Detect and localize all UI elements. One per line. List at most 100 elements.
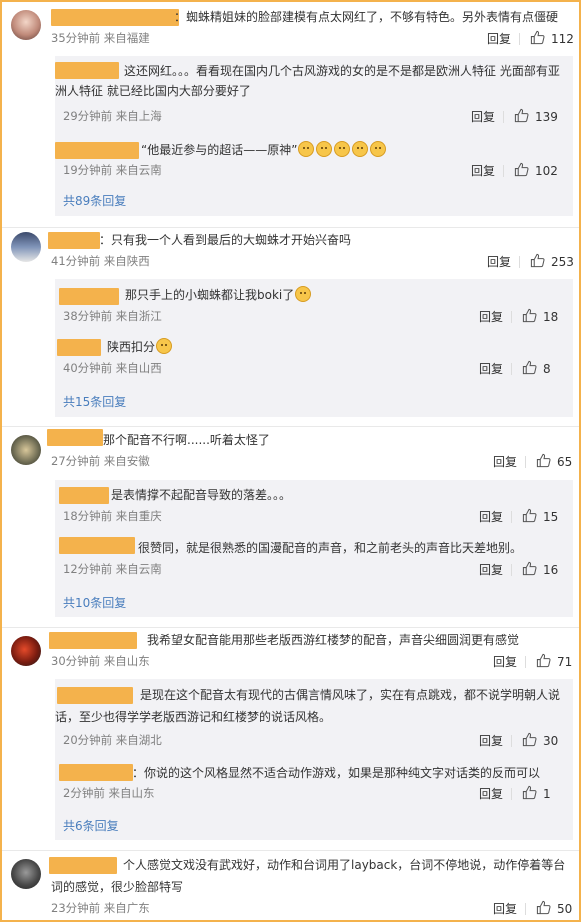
reply-button[interactable]: 回复 [479,732,503,749]
separator [511,311,512,323]
avatar[interactable] [11,859,41,889]
like-button[interactable]: 112 [530,30,574,48]
separator [519,33,520,45]
reply-text: 陕西扣分 [107,337,173,357]
separator [519,256,520,268]
like-count: 102 [535,164,558,178]
comment-feed: ：蜘蛛精姐妹的脸部建模有点太网红了，不够有特色。另外表情有点僵硬 35分钟前 来… [0,0,581,922]
like-count: 15 [543,510,559,524]
reply-meta: 29分钟前 来自上海 [63,109,162,123]
reply-meta: 2分钟前 来自山东 [63,786,155,800]
like-button[interactable]: 15 [522,508,558,526]
like-count: 16 [543,563,559,577]
thumb-up-icon [522,732,537,750]
reply-meta: 12分钟前 来自云南 [63,562,162,576]
thumb-up-icon [522,561,537,579]
reply-button[interactable]: 回复 [479,785,503,802]
reply-panel: 那只手上的小蜘蛛都让我boki了 38分钟前 来自浙江 回复 18 陕西扣分 4… [55,279,573,417]
more-replies-link[interactable]: 共10条回复 [63,594,126,611]
thumb-up-icon [522,360,537,378]
reply-button[interactable]: 回复 [471,162,495,179]
avatar[interactable] [11,10,41,40]
reply-button[interactable]: 回复 [471,108,495,125]
comment-text: 我希望女配音能用那些老版西游红楼梦的配音，声音尖细圆润更有感觉 [147,633,520,647]
thumb-up-icon [522,508,537,526]
like-count: 8 [543,362,551,376]
separator [525,903,526,915]
thumb-up-icon [530,253,545,271]
like-count: 139 [535,110,558,124]
separator [525,456,526,468]
reply-button[interactable]: 回复 [479,508,503,525]
like-count: 71 [557,655,573,669]
reply-text: 是表情撑不起配音导致的落差。。。 [111,488,292,502]
reply-button[interactable]: 回复 [493,653,517,670]
avatar[interactable] [11,435,41,465]
reply-button[interactable]: 回复 [479,561,503,578]
like-button[interactable]: 18 [522,308,558,326]
like-button[interactable]: 16 [522,561,558,579]
more-replies-link[interactable]: 共6条回复 [63,817,119,834]
thumb-up-icon [530,30,545,48]
username-redacted[interactable] [57,339,101,356]
username-redacted[interactable] [59,764,133,781]
reply-text: 这还网红。。。看看现在国内几个古风游戏的女的是不是都是欧洲人特征 光面部有亚洲人… [55,64,560,98]
more-replies-link[interactable]: 共89条回复 [63,192,126,209]
username-redacted[interactable] [59,288,119,305]
thumb-up-icon [522,785,537,803]
like-button[interactable]: 139 [514,108,558,126]
separator [503,111,504,123]
divider [2,426,579,427]
separator [511,564,512,576]
like-button[interactable]: 8 [522,360,551,378]
more-replies-link[interactable]: 共15条回复 [63,393,126,410]
like-button[interactable]: 50 [536,900,572,918]
like-button[interactable]: 102 [514,162,558,180]
separator [511,511,512,523]
reply-button[interactable]: 回复 [493,900,517,917]
reply-text: “他最近参与的超话——原神” [141,140,387,160]
reply-text: 那只手上的小蜘蛛都让我boki了 [125,285,312,305]
like-count: 65 [557,455,573,469]
reply-button[interactable]: 回复 [493,453,517,470]
comment-meta: 30分钟前 来自山东 [51,654,150,668]
reply-button[interactable]: 回复 [479,360,503,377]
like-button[interactable]: 65 [536,453,572,471]
like-count: 253 [551,255,574,269]
reply-text: 是现在这个配音太有现代的古偶言情风味了，实在有点跳戏，都不说学明朝人说话，至少也… [55,688,561,724]
like-button[interactable]: 71 [536,653,572,671]
username-redacted[interactable] [49,632,137,649]
like-count: 18 [543,310,559,324]
comment-text: 那个配音不行啊......听着太怪了 [103,433,270,447]
avatar[interactable] [11,232,41,262]
like-count: 1 [543,787,551,801]
doge-emoji-icon [297,141,387,157]
comment-meta: 35分钟前 来自福建 [51,31,150,45]
reply-meta: 38分钟前 来自浙江 [63,309,162,323]
reply-meta: 19分钟前 来自云南 [63,163,162,177]
comment-text: ：蜘蛛精姐妹的脸部建模有点太网红了，不够有特色。另外表情有点僵硬 [174,10,559,24]
comment-text: ：只有我一个人看到最后的大蜘蛛才开始兴奋吗 [99,233,352,247]
username-redacted[interactable] [48,232,100,249]
comment-meta: 23分钟前 来自广东 [51,901,150,915]
reply-meta: 18分钟前 来自重庆 [63,509,162,523]
reply-button[interactable]: 回复 [487,30,511,47]
divider [2,227,579,228]
username-redacted[interactable] [55,142,139,159]
avatar[interactable] [11,636,41,666]
like-button[interactable]: 30 [522,732,558,750]
username-redacted[interactable] [59,487,109,504]
username-redacted[interactable] [51,9,179,26]
reply-button[interactable]: 回复 [487,253,511,270]
username-redacted[interactable] [59,537,135,554]
separator [503,165,504,177]
like-button[interactable]: 253 [530,253,574,271]
like-count: 112 [551,32,574,46]
comment-meta: 27分钟前 来自安徽 [51,454,150,468]
reply-button[interactable]: 回复 [479,308,503,325]
divider [2,850,579,851]
separator [525,656,526,668]
username-redacted[interactable] [47,429,103,446]
like-button[interactable]: 1 [522,785,551,803]
like-count: 30 [543,734,559,748]
